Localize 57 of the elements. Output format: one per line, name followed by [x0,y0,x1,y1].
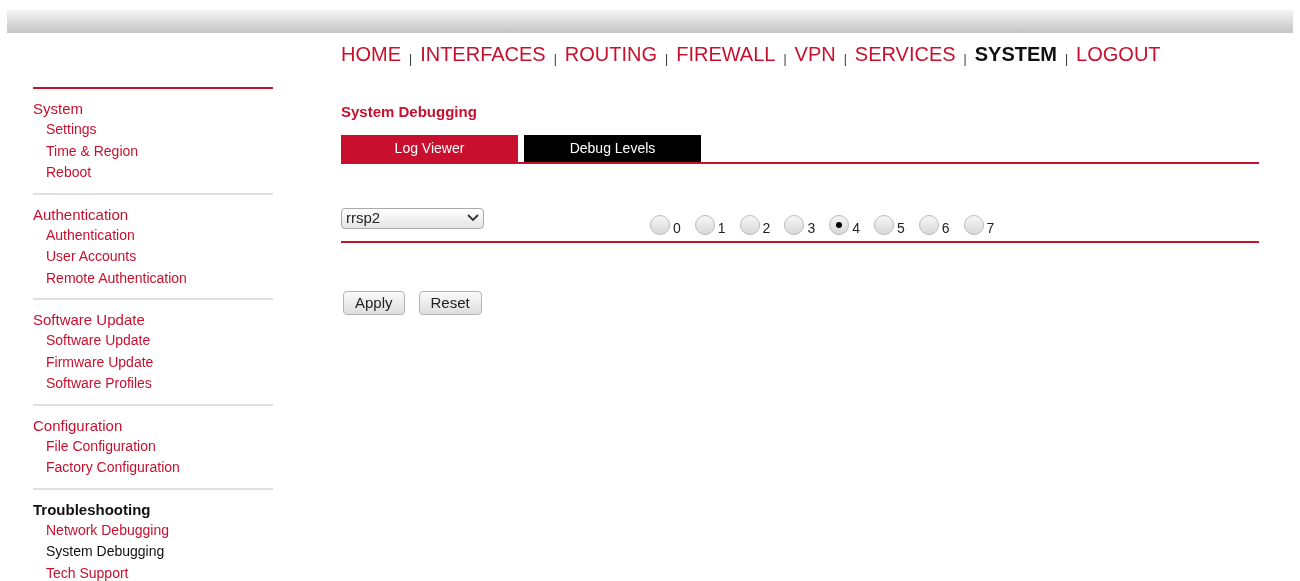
sidebar-item[interactable]: System Debugging [33,541,165,563]
nav-link[interactable]: HOME [341,39,401,69]
radio-button[interactable] [918,214,939,235]
sidebar-item[interactable]: Tech Support [33,562,129,581]
nav-separator: | [665,51,669,68]
nav-link[interactable]: INTERFACES [420,39,546,69]
form-button[interactable]: Apply [343,290,405,315]
level-label: 5 [897,220,905,235]
nav-link[interactable]: ROUTING [564,39,658,69]
level-label: 7 [986,220,995,235]
tab[interactable]: Debug Levels [524,134,701,162]
nav-separator: | [783,51,787,68]
module-dropdown[interactable]: rrsp2 [341,207,484,229]
level-label: 0 [673,220,681,235]
sidebar-section-title[interactable]: Authentication [33,203,273,225]
radio-button[interactable] [963,214,984,235]
sidebar-section-title[interactable]: System [33,98,273,119]
sidebar-item[interactable]: Settings [33,119,97,141]
level-label: 6 [941,220,950,235]
sidebar-item[interactable]: Network Debugging [33,519,169,541]
level-label: 1 [717,220,726,235]
radio-button[interactable] [829,214,850,235]
sidebar-item[interactable]: Factory Configuration [33,457,180,479]
sidebar-item[interactable]: User Accounts [33,246,137,268]
sidebar-section-title[interactable]: Troubleshooting [33,498,273,520]
radio-button[interactable] [739,214,760,235]
radio-button[interactable] [650,214,670,235]
level-label: 3 [807,220,816,235]
sidebar-item[interactable]: Time & Region [33,140,139,162]
nav-link[interactable]: SERVICES [854,39,956,69]
nav-separator: | [843,51,847,68]
level-label: 4 [852,220,860,235]
radio-button[interactable] [784,214,805,235]
sidebar-section-title[interactable]: Configuration [33,414,273,436]
nav-link[interactable]: SYSTEM [974,39,1057,69]
radio-button[interactable] [874,214,894,235]
sidebar-item[interactable]: Remote Authentication [33,267,187,289]
nav-link[interactable]: VPN [794,39,836,69]
nav-separator: | [409,51,413,68]
sidebar-item[interactable]: Authentication [33,224,135,246]
chevron-down-icon [467,214,479,222]
level-label: 2 [762,220,771,235]
nav-separator: | [1065,51,1069,68]
nav-link[interactable]: FIREWALL [676,39,776,69]
tab[interactable]: Log Viewer [341,134,518,162]
page-title: System Debugging [341,102,477,122]
form-button[interactable]: Reset [418,290,482,315]
radio-button[interactable] [694,214,715,235]
nav-separator: | [553,51,557,68]
sidebar-item[interactable]: File Configuration [33,435,156,457]
sidebar-section-title[interactable]: Software Update [33,309,273,330]
sidebar-item[interactable]: Firmware Update [33,351,154,373]
sidebar-item[interactable]: Software Profiles [33,373,152,395]
nav-link[interactable]: LOGOUT [1076,39,1161,69]
sidebar-item[interactable]: Software Update [33,330,151,352]
sidebar-item[interactable]: Reboot [33,162,92,184]
nav-separator: | [963,51,967,68]
